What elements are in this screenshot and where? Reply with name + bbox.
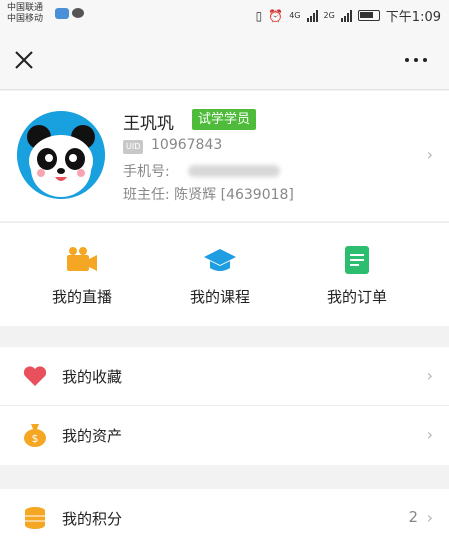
profile-card[interactable]: 王巩巩 试学学员 UID 10967843 手机号: 班主任: 陈贤辉 [463… [0,91,449,221]
notification-icons [55,8,84,19]
video-camera-icon [67,247,97,271]
coins-icon [25,507,45,529]
points-count: 2 [408,508,418,526]
carrier-1: 中国联通 [7,3,44,13]
phone-label: 手机号: [123,164,170,180]
close-icon[interactable] [12,48,36,72]
quick-actions: 我的直播 我的课程 我的订单 [0,222,449,326]
quick-action-orders[interactable]: 我的订单 [287,223,427,327]
battery-icon [357,10,380,21]
message-bubble-icon [72,8,84,18]
menu-item-label: 我的收藏 [62,368,123,386]
quick-action-label: 我的订单 [326,288,387,306]
user-name: 王巩巩 [123,114,174,134]
uid-tag: UID [123,140,144,154]
menu-group-1: 我的收藏 › $ 我的资产 › [0,347,449,465]
svg-text:$: $ [32,432,39,445]
panda-avatar-icon [17,111,105,199]
signal-2-icon [340,9,352,22]
chevron-right-icon: › [426,425,433,444]
chevron-right-icon: › [426,508,433,527]
quick-action-label: 我的课程 [189,288,250,306]
quick-action-live[interactable]: 我的直播 [12,223,152,327]
clock: 下午1:09 [385,10,441,25]
teacher-info: 班主任: 陈贤辉 [4639018] [123,187,294,203]
menu-item-assets[interactable]: $ 我的资产 › [0,406,449,465]
alarm-icon: ⏰ [268,8,284,23]
nav-bar [0,30,449,90]
chevron-right-icon: › [426,366,433,385]
status-right: ▯ ⏰ 4G 2G 下午1:09 [255,6,441,26]
more-icon[interactable] [405,58,427,62]
carrier-info: 中国联通 中国移动 [7,3,43,25]
chevron-right-icon: › [426,145,433,164]
avatar [17,111,105,199]
uid-value: 10967843 [151,137,223,153]
menu-item-points[interactable]: 我的积分 2 › [0,489,449,548]
menu-item-label: 我的资产 [62,427,123,445]
phone-redacted [188,165,280,177]
heart-icon [23,366,47,386]
status-bar: 中国联通 中国移动 ▯ ⏰ 4G 2G 下午1:09 [0,0,449,30]
document-icon [345,246,369,274]
signal-1-icon [306,9,318,22]
network-2-label: 2G [323,11,335,20]
vibrate-icon: ▯ [255,8,263,23]
menu-item-favorites[interactable]: 我的收藏 › [0,347,449,406]
menu-group-2: 我的积分 2 › [0,489,449,548]
app-notification-icon [55,8,69,19]
graduation-cap-icon [204,249,236,271]
status-badge: 试学学员 [192,109,257,130]
network-1-label: 4G [289,11,301,20]
menu-item-label: 我的积分 [62,510,123,528]
quick-action-label: 我的直播 [51,288,112,306]
money-bag-icon: $ [24,424,46,447]
quick-action-courses[interactable]: 我的课程 [150,223,290,327]
carrier-2: 中国移动 [7,14,44,24]
